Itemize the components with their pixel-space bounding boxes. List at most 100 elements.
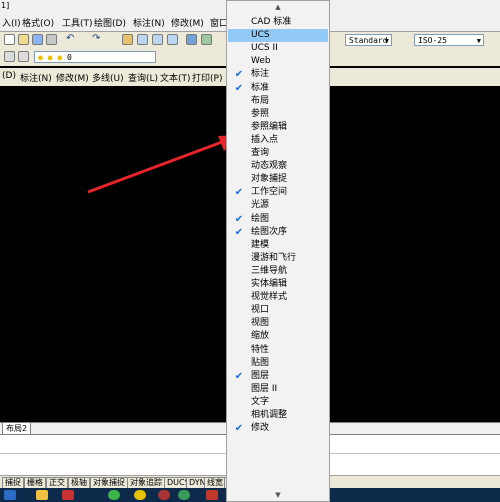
menu-item-label: 查询 [251, 148, 270, 158]
menu-item[interactable]: Web [228, 55, 328, 68]
menu-item[interactable]: ✔ 标注 [228, 68, 328, 81]
menu-item-label: 缩放 [251, 331, 270, 342]
chevron-down-icon: ▼ [476, 37, 481, 45]
menu-dimension[interactable]: 标注(N) [133, 16, 165, 29]
menu-item[interactable]: 建模 [228, 239, 328, 252]
browser-icon[interactable] [108, 490, 120, 500]
menu-item[interactable]: 三维导航 [228, 265, 328, 278]
file-explorer-icon[interactable] [36, 490, 48, 500]
layer-combo[interactable]: ● ● ● 0 [34, 51, 156, 63]
zoom-realtime-icon[interactable] [137, 34, 148, 45]
zoom-window-icon[interactable] [152, 34, 163, 45]
menu-item-label: UCS [251, 30, 270, 41]
strip-dimension[interactable]: 标注(N) [20, 71, 52, 84]
menu-tools[interactable]: 工具(T) [62, 16, 93, 29]
menu-item-label: Web [251, 56, 271, 67]
menu-item-label: 漫游和飞行 [251, 252, 297, 263]
app-yellow-icon[interactable] [134, 490, 146, 500]
menu-item[interactable]: 查询 [228, 147, 328, 160]
checkmark-icon: ✔ [234, 213, 244, 225]
layer-manager-icon[interactable] [4, 51, 15, 62]
menu-item[interactable]: ✔ 工作空间 [228, 186, 328, 199]
menu-item[interactable]: 参照编辑 [228, 121, 328, 134]
menu-item[interactable]: 动态观察 [228, 160, 328, 173]
menu-item[interactable]: 插入点 [228, 134, 328, 147]
dimstyle-icon[interactable] [399, 34, 410, 45]
table-style-icon[interactable] [488, 34, 499, 45]
save-icon[interactable] [32, 34, 43, 45]
tab-layout2-label: 布局2 [6, 424, 28, 433]
menu-format[interactable]: 格式(O) [22, 16, 54, 29]
menu-item[interactable]: 图层 II [228, 383, 328, 396]
menu-item[interactable]: 视口 [228, 304, 328, 317]
strip-modify[interactable]: 修改(M) [56, 71, 89, 84]
dim-style-value: ISO-25 [418, 36, 447, 45]
checkmark-icon: ✔ [234, 187, 244, 199]
menu-item[interactable]: 相机调整 [228, 409, 328, 422]
menu-item[interactable]: 视觉样式 [228, 291, 328, 304]
text-style-value: Standard [349, 36, 388, 45]
menu-item[interactable]: 文字 [228, 396, 328, 409]
scroll-up-icon[interactable]: ▲ [227, 3, 329, 11]
menu-item[interactable]: ✔ 标准 [228, 82, 328, 95]
menu-item-label: 实体编辑 [251, 279, 288, 289]
menu-item[interactable]: ✔ 图层 [228, 370, 328, 383]
strip-draw[interactable]: (D) [2, 71, 16, 81]
design-center-icon[interactable] [201, 34, 212, 45]
menu-item[interactable]: ✔ 绘图 [228, 213, 328, 226]
menu-item[interactable]: UCS [228, 29, 328, 43]
menu-item[interactable]: 视图 [228, 317, 328, 330]
redo-icon[interactable]: ↷ [92, 34, 103, 45]
strip-query[interactable]: 查询(L) [128, 71, 158, 84]
menu-modify[interactable]: 修改(M) [171, 16, 204, 29]
app-globe-icon[interactable] [158, 490, 170, 500]
menu-item-label: 修改 [251, 423, 270, 434]
menu-item[interactable]: 漫游和飞行 [228, 252, 328, 265]
menu-item-label: 绘图次序 [251, 226, 288, 237]
zoom-previous-icon[interactable] [167, 34, 178, 45]
open-folder-icon[interactable] [18, 34, 29, 45]
checkmark-icon: ✔ [234, 226, 244, 238]
menu-item[interactable]: CAD 标准 [228, 16, 328, 29]
menu-insert[interactable]: 入(I) [2, 16, 21, 29]
menu-item[interactable]: ✔ 修改 [228, 422, 328, 435]
menu-item-label: 布局 [251, 95, 270, 106]
strip-print[interactable]: 打印(P) [192, 71, 222, 84]
dim-style-combo[interactable]: ISO-25 ▼ [414, 34, 484, 46]
scroll-down-icon[interactable]: ▼ [227, 491, 329, 499]
menu-item-label: 建模 [251, 239, 270, 250]
menu-item[interactable]: 参照 [228, 108, 328, 121]
menu-item-label: 视口 [251, 305, 270, 316]
new-file-icon[interactable] [4, 34, 15, 45]
menu-item-label: 标注 [251, 69, 270, 80]
menu-item[interactable]: 光源 [228, 199, 328, 212]
checkmark-icon: ✔ [234, 423, 244, 435]
properties-icon[interactable] [186, 34, 197, 45]
menu-item[interactable]: 实体编辑 [228, 278, 328, 291]
pan-icon[interactable] [122, 34, 133, 45]
layer-state-icon[interactable] [18, 51, 29, 62]
menu-item-label: UCS II [251, 43, 278, 54]
lightbulb-icon: ● [38, 53, 43, 62]
menu-item[interactable]: 缩放 [228, 330, 328, 343]
menu-item-label: 文字 [251, 396, 270, 407]
strip-multiline[interactable]: 多线(U) [92, 71, 124, 84]
undo-icon[interactable]: ↶ [66, 34, 77, 45]
menu-item[interactable]: 特性 [228, 344, 328, 357]
menu-item[interactable]: 对象捕捉 [228, 173, 328, 186]
print-icon[interactable] [46, 34, 57, 45]
start-icon[interactable] [4, 490, 16, 500]
text-style-combo[interactable]: Standard ▼ [345, 34, 392, 46]
checkmark-icon: ✔ [234, 82, 244, 94]
menu-item[interactable]: 布局 [228, 95, 328, 108]
menu-item[interactable]: UCS II [228, 42, 328, 55]
app-green-icon[interactable] [178, 490, 190, 500]
sun-icon: ● [47, 53, 53, 62]
strip-text[interactable]: 文本(T) [160, 71, 191, 84]
autocad-icon[interactable] [206, 490, 218, 500]
menu-item[interactable]: ✔ 绘图次序 [228, 226, 328, 239]
menu-item-label: 标准 [251, 82, 270, 93]
app-red-icon[interactable] [62, 490, 74, 500]
menu-draw[interactable]: 绘图(D) [94, 16, 126, 29]
menu-item[interactable]: 贴图 [228, 357, 328, 370]
